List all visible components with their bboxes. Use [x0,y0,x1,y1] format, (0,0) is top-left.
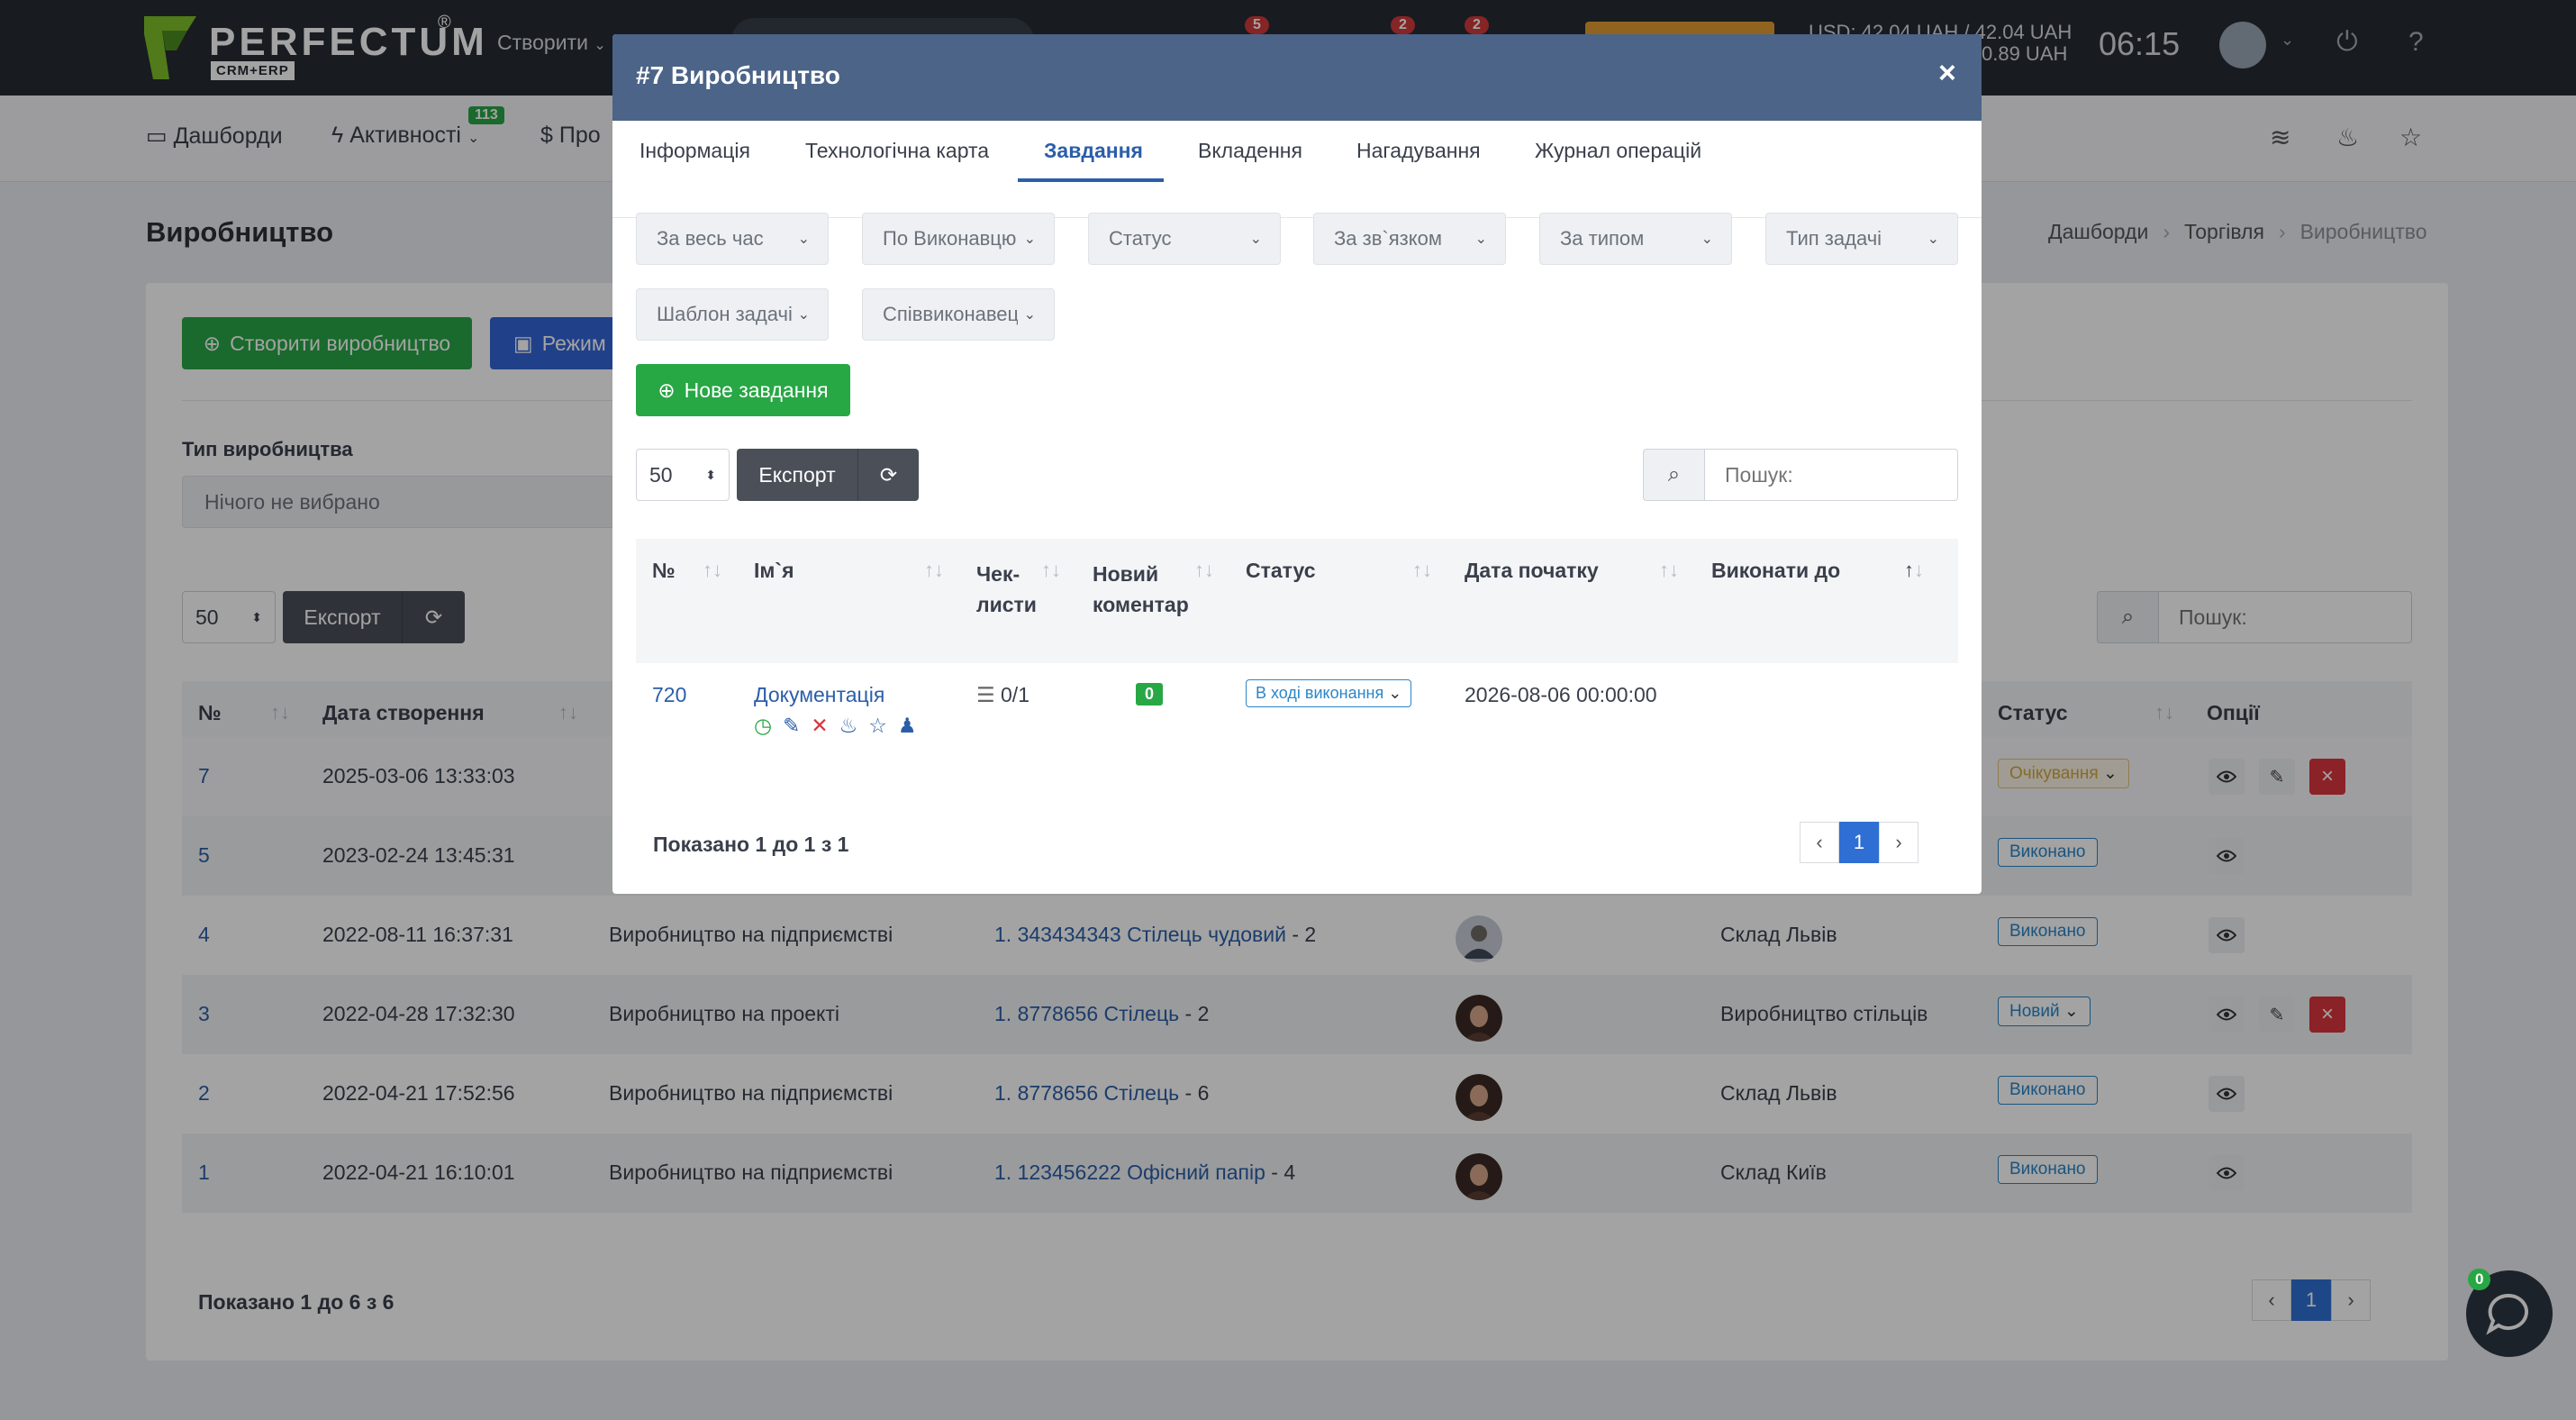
task-filter-select[interactable]: Статус ⌄ [1088,213,1281,265]
new-task-label: Нове завдання [684,378,829,402]
task-filter-select[interactable]: Тип задачі ⌄ [1765,213,1958,265]
modal-title: #7 Виробництво [636,61,840,89]
tab-reminders[interactable]: Нагадування [1356,139,1481,163]
search-icon[interactable]: ⌕ [1643,449,1704,501]
star-icon[interactable]: ☆ [868,714,887,738]
close-icon[interactable]: ✕ [811,714,828,738]
tab-tech-card[interactable]: Технологічна карта [805,139,989,163]
column-header-status[interactable]: Статус [1246,559,1316,583]
task-id-link[interactable]: 720 [652,683,686,706]
clock-icon[interactable]: ◷ [754,714,772,738]
column-header-new-comment[interactable]: Новий коментар [1093,559,1201,620]
task-status-label: В ході виконання [1256,684,1384,702]
task-filter-label: Співвиконавець [883,303,1018,325]
task-id[interactable]: 720 [652,683,686,707]
task-filter-label: Тип задачі [1786,227,1882,250]
production-modal: #7 Виробництво × Інформація Технологічна… [612,34,1982,894]
chevron-down-icon: ⌄ [1701,232,1713,247]
chevron-down-icon: ⌄ [1927,232,1939,247]
chevron-down-icon: ⌄ [1249,232,1262,247]
sort-icon[interactable]: ↑↓ [1194,559,1214,582]
sort-icon[interactable]: ↑↓ [1659,559,1679,582]
sort-icon[interactable]: ↑↓ [703,559,722,582]
column-header-name[interactable]: Ім`я [754,559,794,583]
tasks-table-header [636,539,1958,663]
tab-operations-log[interactable]: Журнал операцій [1535,139,1701,163]
chevron-down-icon: ⌄ [1474,232,1487,247]
task-start-date: 2026-08-06 00:00:00 [1465,683,1657,706]
new-task-button[interactable]: ⊕ Нове завдання [636,364,850,416]
chevron-down-icon: ⌄ [797,232,810,247]
tab-tasks[interactable]: Завдання [1044,139,1143,163]
tab-information[interactable]: Інформація [639,139,750,163]
chevron-down-icon: ⌄ [1023,307,1036,323]
modal-pagination: ‹ 1 › [1800,822,1918,863]
active-tab-indicator [1018,178,1164,182]
task-actions: ◷ ✎ ✕ ♨ ☆ ♟ [754,714,917,738]
task-filter-label: По Виконавцю [883,227,1017,250]
column-header-due-date[interactable]: Виконати до [1711,559,1840,583]
chevron-right-icon[interactable]: › [1879,822,1918,863]
modal-table-info: Показано 1 до 1 з 1 [653,833,849,856]
modal-tabs [612,121,1982,218]
page-length-value: 50 [649,462,673,487]
sort-asc-icon[interactable]: ↑↓ [1904,559,1924,582]
modal-search-input[interactable] [1704,449,1958,501]
task-filter-select[interactable]: Співвиконавець ⌄ [862,288,1055,341]
task-filter-select[interactable]: За типом ⌄ [1539,213,1732,265]
task-checklist: ☰ 0/1 [976,683,1029,707]
page-button[interactable]: 1 [1839,822,1879,863]
close-icon[interactable]: × [1938,56,1956,91]
pencil-icon[interactable]: ✎ [783,714,800,738]
user-check-icon[interactable]: ♟ [898,714,917,738]
chevron-left-icon[interactable]: ‹ [1800,822,1839,863]
sort-icon[interactable]: ↑↓ [924,559,944,582]
fire-icon[interactable]: ♨ [839,714,858,738]
caret-down-icon: ⌄ [1388,684,1402,702]
task-filter-label: Шаблон задачі [657,303,792,325]
sort-icon[interactable]: ↑↓ [1041,559,1061,582]
list-icon: ☰ [976,683,995,706]
task-filter-select[interactable]: За зв`язком ⌄ [1313,213,1506,265]
sort-icon[interactable]: ↑↓ [1412,559,1432,582]
column-header-start-date[interactable]: Дата початку [1465,559,1599,583]
modal-search: ⌕ [1643,449,1958,501]
task-filter-label: Статус [1109,227,1172,250]
task-filter-label: За типом [1560,227,1645,250]
task-filter-select[interactable]: Шаблон задачі ⌄ [636,288,829,341]
task-filter-label: За зв`язком [1334,227,1442,250]
refresh-icon[interactable]: ⟳ [857,449,919,501]
task-checklist-value: 0/1 [1001,683,1029,706]
sort-icon: ⬍ [705,467,716,482]
chevron-down-icon: ⌄ [797,307,810,323]
column-header-number[interactable]: № [652,559,676,583]
task-name-link[interactable]: Документація [754,683,884,706]
task-name: Документація [754,683,884,707]
modal-page-length-select[interactable]: 50 ⬍ [636,449,730,501]
task-filter-select[interactable]: За весь час ⌄ [636,213,829,265]
modal-export-button[interactable]: Експорт [737,449,857,501]
plus-circle-icon: ⊕ [658,378,676,402]
task-status-dropdown[interactable]: В ході виконання ⌄ [1246,679,1412,707]
task-filter-select[interactable]: По Виконавцю ⌄ [862,213,1055,265]
tab-attachments[interactable]: Вкладення [1198,139,1302,163]
column-header-checklists[interactable]: Чек-листи [976,559,1041,620]
chevron-down-icon: ⌄ [1023,232,1036,247]
task-filter-label: За весь час [657,227,764,250]
new-comment-badge: 0 [1136,683,1164,705]
